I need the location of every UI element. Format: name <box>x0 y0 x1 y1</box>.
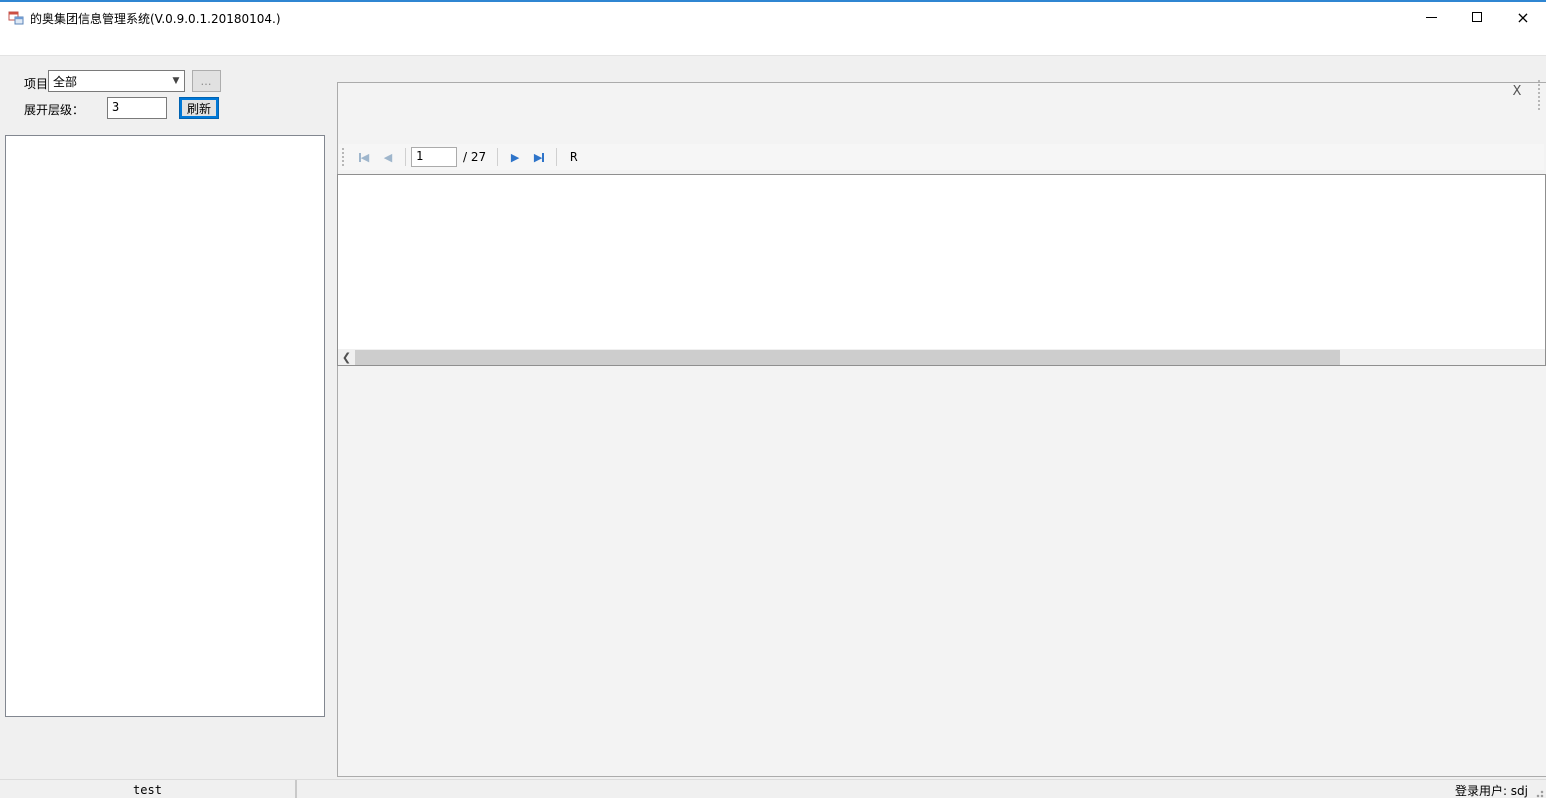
refresh-button[interactable]: 刷新 <box>179 97 219 119</box>
scroll-left-icon[interactable]: ❮ <box>338 350 355 365</box>
minimize-button[interactable] <box>1408 2 1454 32</box>
last-record-button[interactable]: ▶ <box>527 147 551 167</box>
title-bar: 的奥集团信息管理系统(V.0.9.0.1.20180104.) × <box>0 2 1546 34</box>
project-browse-button[interactable]: … <box>192 70 221 92</box>
task-grid <box>337 174 1546 364</box>
app-icon <box>8 10 24 26</box>
refresh-records-button[interactable]: R <box>562 150 585 164</box>
chevron-down-icon: ▼ <box>168 76 184 86</box>
menu-bar <box>0 34 1546 56</box>
first-record-button[interactable]: ◀ <box>352 147 376 167</box>
expand-depth-input[interactable]: 3 <box>107 97 167 119</box>
resize-grip-icon[interactable] <box>1534 788 1544 798</box>
toolbar-grip <box>342 148 346 166</box>
panel-close-button[interactable]: X <box>1506 84 1528 102</box>
window-title: 的奥集团信息管理系统(V.0.9.0.1.20180104.) <box>30 10 281 27</box>
record-navigator: ◀ ◀ 1 / 27 ▶ ▶ R <box>339 144 1544 170</box>
status-project-label: test <box>0 780 297 798</box>
task-tree <box>5 135 325 717</box>
status-bar: test 登录用户: sdj <box>0 779 1546 798</box>
previous-record-button[interactable]: ◀ <box>376 147 400 167</box>
page-number-input[interactable]: 1 <box>411 147 457 167</box>
project-select[interactable]: 全部▼ <box>48 70 185 92</box>
toolbar-separator <box>497 148 498 166</box>
close-button[interactable]: × <box>1500 2 1546 32</box>
expand-depth-label: 展开层级： <box>24 101 84 118</box>
page-count-label: / 27 <box>457 150 492 164</box>
toolbar-separator <box>556 148 557 166</box>
app-window: 的奥集团信息管理系统(V.0.9.0.1.20180104.) × 项目 全部▼… <box>0 0 1546 798</box>
toolbar-separator <box>405 148 406 166</box>
scrollbar-thumb[interactable] <box>355 350 1340 365</box>
next-record-button[interactable]: ▶ <box>503 147 527 167</box>
login-user-label: 登录用户: sdj <box>1455 782 1528 798</box>
project-label: 项目 <box>24 75 48 92</box>
grid-horizontal-scrollbar[interactable]: ❮ <box>337 349 1546 366</box>
maximize-button[interactable] <box>1454 2 1500 32</box>
panel-grip <box>1538 80 1542 110</box>
